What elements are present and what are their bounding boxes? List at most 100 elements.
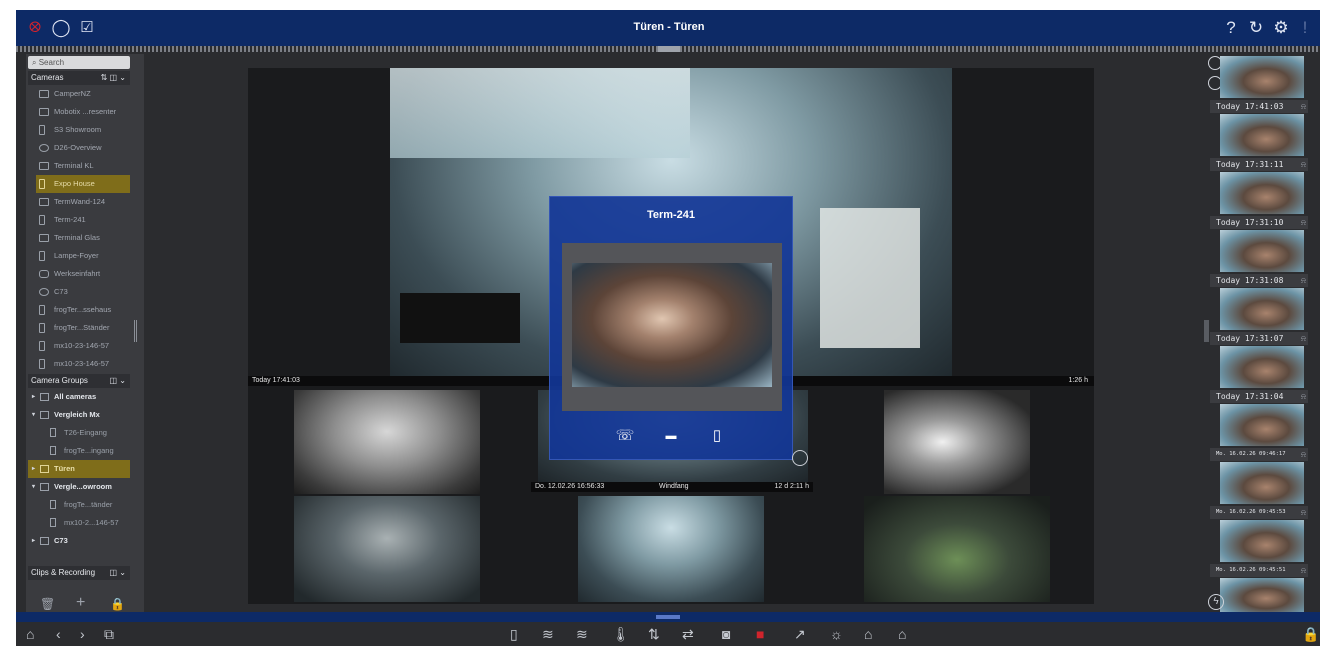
search-input[interactable]: ⌕ Search	[28, 56, 130, 69]
video-tile-staircase[interactable]	[884, 390, 1030, 494]
video-tile-showroom[interactable]	[578, 496, 764, 602]
event-thumbnail[interactable]	[1220, 462, 1304, 504]
alarm-icon[interactable]: !	[1294, 17, 1316, 39]
lock-icon[interactable]: ⌂	[864, 624, 872, 644]
light-icon[interactable]: ☼	[830, 624, 843, 644]
snapshot-icon[interactable]: ◙	[722, 624, 730, 644]
forward-icon[interactable]: ›	[80, 624, 85, 644]
camera-item[interactable]: frogTer...Ständer	[36, 319, 130, 337]
bell-icon[interactable]: ⍾	[1301, 390, 1306, 403]
layout-icon[interactable]: ⧉	[104, 624, 114, 644]
group-item[interactable]: ▾ Vergleich Mx	[28, 406, 130, 424]
bell-icon[interactable]: ⍾	[1301, 448, 1306, 461]
add-icon[interactable]: +	[76, 594, 85, 612]
bell-icon[interactable]: ⍾	[1301, 100, 1306, 113]
camera-item[interactable]: mx10-23-146-57	[36, 355, 130, 373]
bottom-splitter-grip[interactable]	[656, 615, 680, 619]
event-thumbnail[interactable]	[1220, 172, 1304, 214]
camera-item[interactable]: Terminal KL	[36, 157, 130, 175]
event-thumbnail[interactable]	[1220, 288, 1304, 330]
cameras-header[interactable]: Cameras ⇅ ◫ ⌄	[28, 71, 130, 85]
record-icon[interactable]: ■	[756, 624, 764, 644]
export-icon[interactable]: ↗	[794, 624, 806, 644]
camera-groups-controls[interactable]: ◫ ⌄	[110, 374, 126, 388]
event-thumbnail[interactable]	[1220, 404, 1304, 446]
event-thumbnail[interactable]	[1220, 520, 1304, 562]
io-icon[interactable]: ⇅	[648, 624, 660, 644]
sidebar-resize-handle[interactable]	[134, 320, 137, 342]
group-member[interactable]: frogTe...ingang	[28, 442, 130, 460]
lock-icon[interactable]: 🔒	[110, 597, 125, 611]
lock2-icon[interactable]: ⌂	[898, 624, 906, 644]
settings-icon[interactable]: ⚙	[1270, 17, 1292, 39]
phone-icon[interactable]: ☏	[614, 425, 636, 447]
event-thumbnail[interactable]	[1220, 56, 1304, 98]
event-thumbnail[interactable]	[1220, 346, 1304, 388]
event-thumbnail[interactable]	[1220, 114, 1304, 156]
splitter-handle[interactable]	[16, 46, 1320, 52]
camera-item[interactable]: C73	[36, 283, 130, 301]
group-item[interactable]: ▸ C73	[28, 532, 130, 550]
camera-item[interactable]: S3 Showroom	[36, 121, 130, 139]
bell-icon[interactable]: ⍾	[1301, 332, 1306, 345]
expand-arrow-icon[interactable]: ▸	[32, 460, 35, 478]
camera-item[interactable]: Lampe-Foyer	[36, 247, 130, 265]
door-icon[interactable]: ▯	[510, 624, 518, 644]
bell-icon[interactable]: ⍾	[1301, 274, 1306, 287]
unlock-icon[interactable]: ▬	[660, 425, 682, 447]
expand-arrow-icon[interactable]: ▸	[32, 532, 35, 550]
camera-item[interactable]: Term-241	[36, 211, 130, 229]
video-tile-lobby[interactable]	[294, 496, 480, 602]
group-item[interactable]: ▸ All cameras	[28, 388, 130, 406]
event-thumbnail[interactable]	[1220, 578, 1304, 612]
cameras-header-controls[interactable]: ⇅ ◫ ⌄	[101, 71, 126, 85]
camera-item[interactable]: mx10-23-146-57	[36, 337, 130, 355]
collapse-arrow-icon[interactable]: ▾	[32, 406, 35, 424]
expand-arrow-icon[interactable]: ▸	[32, 388, 35, 406]
bottom-splitter[interactable]	[16, 612, 1320, 622]
strip-resize-handle[interactable]	[1204, 320, 1209, 342]
flash-icon[interactable]: ϟ	[1208, 594, 1224, 610]
camera-label: Mobotix ...resenter	[54, 107, 117, 116]
back-icon[interactable]: ‹	[56, 624, 61, 644]
group-item[interactable]: ▾ Vergle...owroom	[28, 478, 130, 496]
camera-item-selected[interactable]: Expo House	[36, 175, 130, 193]
group-member[interactable]: frogTe...tänder	[28, 496, 130, 514]
collapse-arrow-icon[interactable]: ▾	[32, 478, 35, 496]
camera-groups-header[interactable]: Camera Groups ◫ ⌄	[28, 374, 130, 388]
sensor2-icon[interactable]: ≋	[576, 624, 588, 644]
clips-header-controls[interactable]: ◫ ⌄	[110, 566, 126, 580]
video-tile-garage[interactable]	[294, 390, 480, 494]
camera-icon	[39, 125, 45, 135]
bell-icon[interactable]: ⍾	[1301, 158, 1306, 171]
camera-item[interactable]: D26-Overview	[36, 139, 130, 157]
bell-icon[interactable]: ⍾	[1301, 506, 1306, 519]
camera-item[interactable]: frogTer...ssehaus	[36, 301, 130, 319]
padlock-icon[interactable]: 🔒	[1302, 624, 1319, 644]
help-icon[interactable]: ?	[1220, 17, 1242, 39]
camera-item[interactable]: Terminal Glas	[36, 229, 130, 247]
camera-item[interactable]: Werkseinfahrt	[36, 265, 130, 283]
group-member[interactable]: T26-Eingang	[28, 424, 130, 442]
video-tile-lounge[interactable]	[864, 496, 1050, 602]
delete-icon[interactable]: 🗑	[40, 597, 55, 611]
door-icon[interactable]: ▯	[706, 425, 728, 447]
camera-item[interactable]: TermWand-124	[36, 193, 130, 211]
thermometer-icon[interactable]: 🌡	[612, 624, 630, 644]
camera-icon	[39, 90, 49, 98]
bell-icon[interactable]: ⍾	[1301, 564, 1306, 577]
group-item-selected[interactable]: ▸ Türen	[28, 460, 130, 478]
popup-corner-icon[interactable]	[792, 450, 808, 466]
camera-item[interactable]: CamperNZ	[36, 85, 130, 103]
home-icon[interactable]: ⌂	[26, 624, 34, 644]
sensor-icon[interactable]: ≋	[542, 624, 554, 644]
bell-icon[interactable]: ⍾	[1301, 216, 1306, 229]
reload-icon[interactable]: ↻	[1245, 17, 1267, 39]
camera-item[interactable]: Mobotix ...resenter	[36, 103, 130, 121]
splitter-grip[interactable]	[658, 46, 680, 52]
event-thumbnail[interactable]	[1220, 230, 1304, 272]
transfer-icon[interactable]: ⇄	[682, 624, 694, 644]
group-member[interactable]: mx10-2...146-57	[28, 514, 130, 532]
clips-header[interactable]: Clips & Recording ◫ ⌄	[28, 566, 130, 580]
popup-live-video[interactable]	[572, 263, 772, 387]
